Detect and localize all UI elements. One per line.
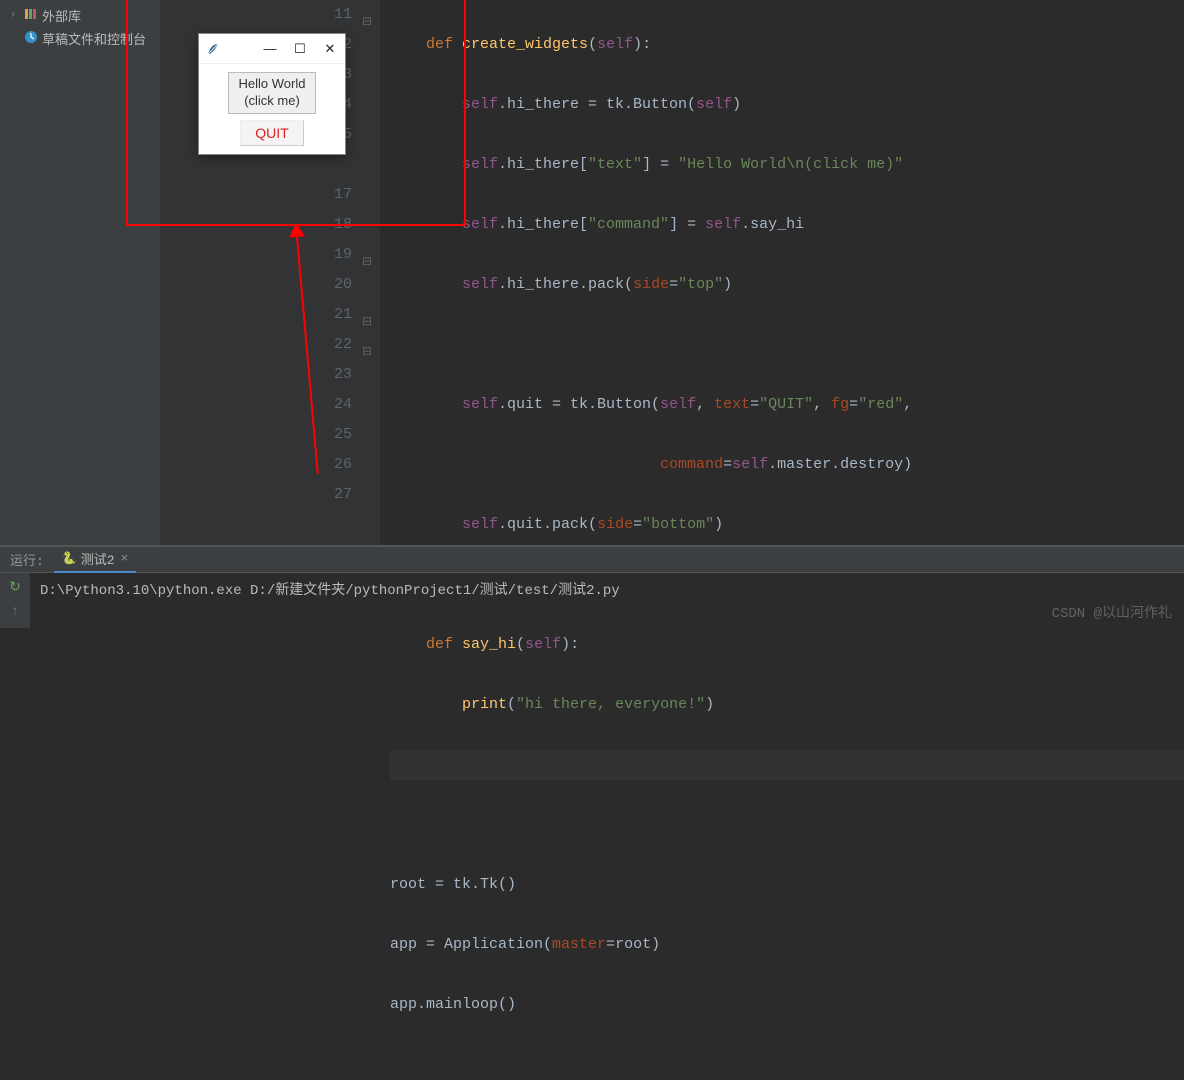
watermark: CSDN @以山河作礼 bbox=[1052, 602, 1172, 622]
tk-feather-icon bbox=[205, 41, 221, 57]
up-icon[interactable]: ↑ bbox=[11, 604, 19, 620]
sidebar-item-scratches[interactable]: 草稿文件和控制台 bbox=[0, 27, 160, 50]
library-icon bbox=[24, 7, 38, 25]
project-sidebar: › 外部库 草稿文件和控制台 bbox=[0, 0, 160, 545]
run-console: ↻ ↑ D:\Python3.10\python.exe D:/新建文件夹/py… bbox=[0, 573, 1184, 628]
sidebar-label: 外部库 bbox=[42, 6, 81, 25]
minimize-button[interactable]: — bbox=[255, 34, 285, 64]
python-icon: 🐍 bbox=[62, 551, 77, 566]
fold-icon[interactable]: ⊟ bbox=[362, 307, 372, 337]
tk-body: Hello World(click me) QUIT bbox=[199, 64, 345, 154]
quit-button[interactable]: QUIT bbox=[240, 120, 303, 146]
fold-icon[interactable]: ⊟ bbox=[362, 247, 372, 277]
sidebar-item-external-libs[interactable]: › 外部库 bbox=[0, 4, 160, 27]
run-tool-bar: 运行: 🐍 测试2 × bbox=[0, 547, 1184, 573]
scratch-icon bbox=[24, 30, 38, 48]
maximize-button[interactable]: ☐ bbox=[285, 34, 315, 64]
code-area[interactable]: def create_widgets(self): self.hi_there … bbox=[380, 0, 1184, 545]
hello-button[interactable]: Hello World(click me) bbox=[228, 72, 317, 114]
tkinter-window[interactable]: — ☐ ✕ Hello World(click me) QUIT bbox=[198, 33, 346, 155]
fold-icon[interactable]: ⊟ bbox=[362, 337, 372, 367]
titlebar[interactable]: — ☐ ✕ bbox=[199, 34, 345, 64]
run-tab[interactable]: 🐍 测试2 × bbox=[54, 547, 137, 573]
sidebar-label: 草稿文件和控制台 bbox=[42, 29, 146, 48]
run-tab-title: 测试2 bbox=[81, 549, 115, 568]
console-toolbar: ↻ ↑ bbox=[0, 573, 30, 628]
rerun-icon[interactable]: ↻ bbox=[9, 579, 21, 596]
chevron-right-icon: › bbox=[10, 10, 20, 21]
fold-icon[interactable]: ⊟ bbox=[362, 7, 372, 37]
close-icon[interactable]: × bbox=[121, 551, 129, 566]
console-output[interactable]: D:\Python3.10\python.exe D:/新建文件夹/python… bbox=[30, 573, 1184, 628]
run-label: 运行: bbox=[0, 550, 54, 569]
close-button[interactable]: ✕ bbox=[315, 34, 345, 64]
